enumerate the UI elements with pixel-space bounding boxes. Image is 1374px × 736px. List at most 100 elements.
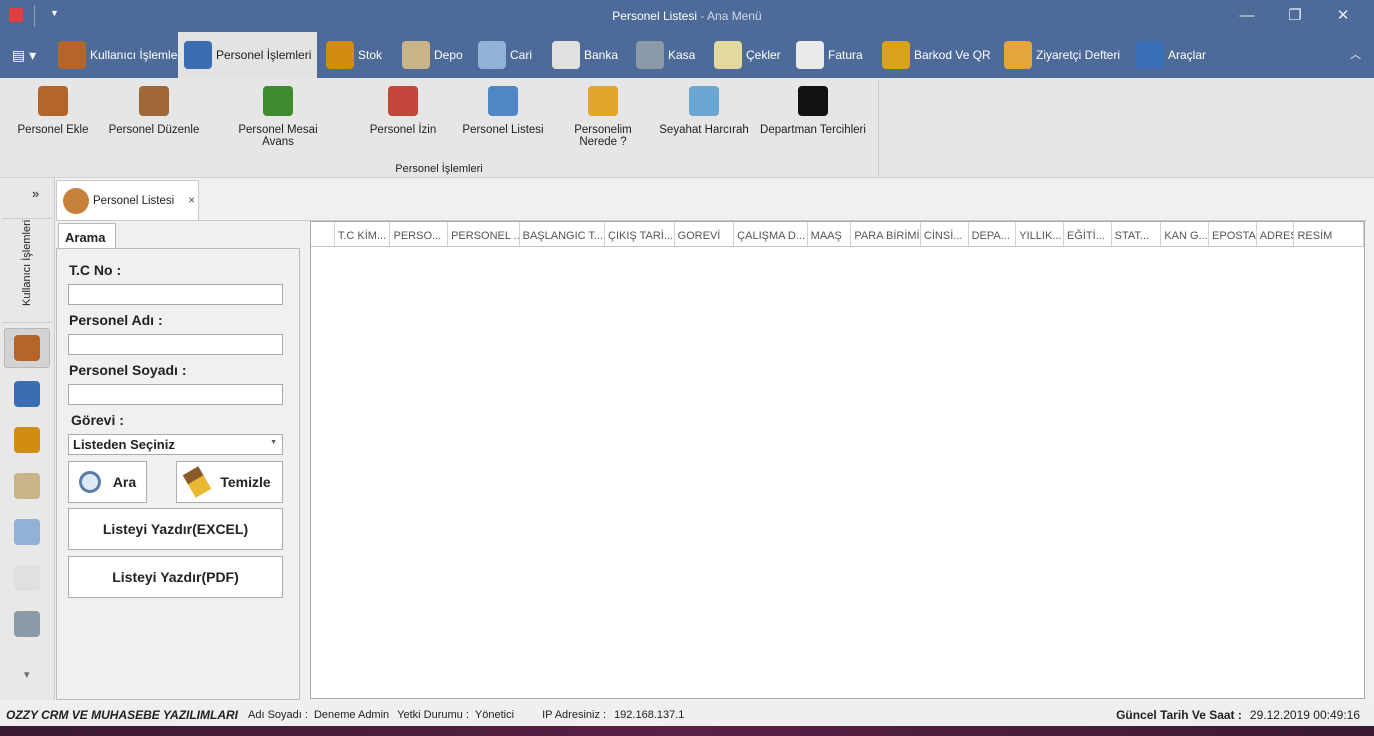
tab-personel-i-şlemleri[interactable]: Personel İşlemleri xyxy=(178,32,318,78)
role-select[interactable]: Listeden Seçiniz ▼ xyxy=(68,434,283,455)
column-header[interactable]: ADRES xyxy=(1257,222,1295,246)
column-header[interactable]: EĞİTİ... xyxy=(1064,222,1112,246)
nav-warehouse[interactable] xyxy=(4,466,50,506)
nav-stock-box[interactable] xyxy=(4,420,50,460)
ribbon-button-label: Personel Ekle xyxy=(17,124,89,136)
nav-safe[interactable] xyxy=(4,604,50,644)
search-button[interactable]: Ara xyxy=(68,461,147,503)
close-tab-icon[interactable]: × xyxy=(188,195,195,207)
tab-icon xyxy=(714,41,742,69)
ribbon-button-label: Personel İzin xyxy=(369,124,437,136)
tab-barkod-ve-qr[interactable]: Barkod Ve QR xyxy=(876,32,997,78)
ribbon-panel: Personel Ekle Personel Düzenle Personel Me… xyxy=(0,78,1374,178)
nav-bank[interactable] xyxy=(4,558,50,598)
tab-kullanıcı-i-şlemleri[interactable]: Kullanıcı İşlemleri xyxy=(52,32,190,78)
tab-icon xyxy=(552,41,580,69)
tab-çekler[interactable]: Çekler xyxy=(708,32,787,78)
surname-input[interactable] xyxy=(68,384,283,405)
column-header[interactable]: ÇALIŞMA D... xyxy=(734,222,808,246)
tab-stok[interactable]: Stok xyxy=(320,32,388,78)
ribbon-button-1[interactable]: Personel Düzenle xyxy=(106,86,202,136)
ribbon-button-2[interactable]: Personel Mesai Avans xyxy=(222,86,334,148)
column-header[interactable]: PARA BİRİMİ xyxy=(851,222,921,246)
tab-ziyaretçi-defteri[interactable]: Ziyaretçi Defteri xyxy=(998,32,1126,78)
broom-icon xyxy=(183,466,212,498)
column-header[interactable]: KAN G... xyxy=(1161,222,1210,246)
personnel-grid[interactable]: T.C KİM... PERSO... PERSONEL ... BAŞLANGIC … xyxy=(310,221,1365,699)
nav-personnel-card[interactable] xyxy=(4,374,50,414)
document-tab-personel-listesi[interactable]: Personel Listesi × xyxy=(56,180,199,220)
tab-banka[interactable]: Banka xyxy=(546,32,624,78)
nav-more-button[interactable]: ▾ xyxy=(24,668,30,681)
tab-icon xyxy=(636,41,664,69)
ribbon-button-3[interactable]: Personel İzin xyxy=(362,86,444,136)
bank-icon xyxy=(14,565,40,591)
column-header[interactable]: YILLIK... xyxy=(1016,222,1064,246)
tab-kasa[interactable]: Kasa xyxy=(630,32,701,78)
tab-icon xyxy=(58,41,86,69)
left-nav-bar: » Kullanıcı İşlemleri ▾ xyxy=(0,178,55,700)
tab-label: Banka xyxy=(584,48,619,62)
company-name: OZZY CRM VE MUHASEBE YAZILIMLARI xyxy=(6,708,239,722)
tab-label: Çekler xyxy=(746,48,781,62)
nav-vertical-label[interactable]: Kullanıcı İşlemleri xyxy=(21,220,33,306)
column-header[interactable]: ÇIKIŞ TARİ... xyxy=(605,222,675,246)
nav-contact-card[interactable] xyxy=(4,512,50,552)
ribbon-button-0[interactable]: Personel Ekle xyxy=(10,86,96,136)
ribbon-button-label: Personel Listesi xyxy=(462,124,544,136)
tab-label: Kasa xyxy=(668,48,696,62)
column-header[interactable]: PERSONEL ... xyxy=(448,222,520,246)
expand-nav-button[interactable]: » xyxy=(32,186,39,201)
tab-cari[interactable]: Cari xyxy=(472,32,538,78)
ribbon-button-icon xyxy=(263,86,293,116)
column-header[interactable]: BAŞLANGIC T... xyxy=(520,222,606,246)
ribbon-button-5[interactable]: Personelim Nerede ? xyxy=(566,86,640,148)
stock-box-icon xyxy=(14,427,40,453)
tab-araçlar[interactable]: Araçlar xyxy=(1130,32,1212,78)
search-button-label: Ara xyxy=(112,474,137,490)
name-input[interactable] xyxy=(68,334,283,355)
ribbon-button-icon xyxy=(588,86,618,116)
ribbon-button-label: Personel Düzenle xyxy=(108,124,200,136)
ribbon-button-7[interactable]: Departman Tercihleri xyxy=(758,86,868,136)
clear-button[interactable]: Temizle xyxy=(176,461,283,503)
ip-label: IP Adresiniz : xyxy=(542,709,607,721)
close-button[interactable]: ✕ xyxy=(1328,6,1358,26)
column-header[interactable]: T.C KİM... xyxy=(335,222,391,246)
surname-label: Personel Soyadı : xyxy=(69,362,187,378)
application-menu-button[interactable]: ▤ ▾ xyxy=(6,32,42,78)
column-header[interactable]: PERSO... xyxy=(390,222,449,246)
tab-icon xyxy=(478,41,506,69)
column-header[interactable]: DEPA... xyxy=(969,222,1017,246)
tab-depo[interactable]: Depo xyxy=(396,32,469,78)
nav-user-info[interactable] xyxy=(4,328,50,368)
ribbon-button-4[interactable]: Personel Listesi xyxy=(460,86,546,136)
tab-icon xyxy=(326,41,354,69)
column-header[interactable]: GOREVİ xyxy=(675,222,735,246)
tab-label: Personel İşlemleri xyxy=(216,48,312,62)
tc-input[interactable] xyxy=(68,284,283,305)
clear-button-label: Temizle xyxy=(220,474,271,490)
minimize-button[interactable]: — xyxy=(1232,6,1262,26)
ribbon-button-icon xyxy=(38,86,68,116)
print-excel-button[interactable]: Listeyi Yazdır(EXCEL) xyxy=(68,508,283,550)
column-header[interactable]: MAAŞ xyxy=(808,222,852,246)
tab-icon xyxy=(402,41,430,69)
column-header[interactable]: STAT... xyxy=(1112,222,1162,246)
restore-button[interactable]: ❐ xyxy=(1280,6,1310,26)
collapse-ribbon-icon[interactable]: ︿ xyxy=(1350,46,1361,62)
ip-value: 192.168.137.1 xyxy=(614,709,685,721)
title-bar: ▼ Personel Listesi - Ana Menü — ❐ ✕ xyxy=(0,0,1374,32)
datetime-value: 29.12.2019 00:49:16 xyxy=(1249,708,1360,722)
tab-icon xyxy=(1136,41,1164,69)
tab-arama[interactable]: Arama xyxy=(58,223,116,248)
ribbon-button-6[interactable]: Seyahat Harcırah xyxy=(656,86,752,136)
column-header[interactable]: EPOSTA xyxy=(1209,222,1257,246)
tab-fatura[interactable]: Fatura xyxy=(790,32,869,78)
role-label: Görevi : xyxy=(71,412,124,428)
doc-tab-label: Personel Listesi xyxy=(93,194,175,207)
column-header[interactable]: CİNSİ... xyxy=(921,222,969,246)
column-header[interactable]: RESİM xyxy=(1294,222,1365,246)
title-text: Personel Listesi xyxy=(612,9,697,23)
print-pdf-button[interactable]: Listeyi Yazdır(PDF) xyxy=(68,556,283,598)
